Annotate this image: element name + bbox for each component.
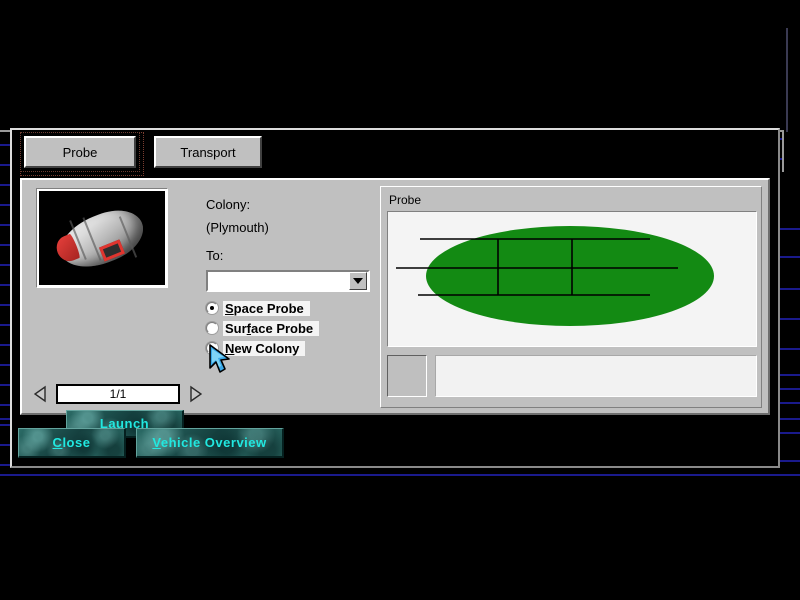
radio-new-colony-indicator[interactable] (206, 342, 218, 354)
destination-label: To: (206, 248, 223, 263)
screen: Probe Transport (0, 0, 800, 600)
vehicle-thumbnail-frame (36, 188, 168, 288)
pager-prev-button[interactable] (34, 384, 48, 404)
radio-new-colony-label: New Colony (223, 341, 305, 356)
close-button[interactable]: Close (18, 428, 126, 458)
chevron-down-icon[interactable] (349, 272, 367, 290)
background-scanline (0, 474, 800, 476)
mission-type-radio-group: Space Probe Surface Probe New Colony (206, 298, 319, 358)
probe-detail-group: Probe (380, 186, 762, 408)
radio-space-probe-label: Space Probe (223, 301, 310, 316)
vehicle-overview-accel-char: V (152, 435, 160, 450)
pager-next-button[interactable] (188, 384, 202, 404)
probe-launch-dialog: Probe Transport (10, 128, 780, 468)
empty-thumbnail-icon (387, 355, 427, 397)
space-capsule-probe-render-icon (39, 191, 165, 285)
radio-space-probe-indicator[interactable] (206, 302, 218, 314)
probe-status-row (387, 355, 757, 399)
background-scanline (778, 256, 800, 258)
probe-group-title: Probe (389, 193, 421, 207)
probe-diagram-canvas (387, 211, 757, 347)
tab-content-panel: 1/1 Launch Colony: (Plymouth) To: (20, 178, 770, 415)
tab-transport-label: Transport (180, 145, 235, 160)
tab-probe-label: Probe (63, 145, 98, 160)
close-accel-char: C (53, 435, 63, 450)
pager-value-field[interactable]: 1/1 (56, 384, 180, 404)
colony-label: Colony: (206, 197, 250, 212)
radio-surface-probe-label: Surface Probe (223, 321, 319, 336)
radio-surface-probe[interactable]: Surface Probe (206, 318, 319, 338)
tab-probe[interactable]: Probe (24, 136, 136, 168)
vehicle-overview-button[interactable]: Vehicle Overview (136, 428, 284, 458)
radio-surface-probe-indicator[interactable] (206, 322, 218, 334)
close-label-rest: lose (62, 435, 90, 450)
vehicle-overview-label-rest: ehicle Overview (161, 435, 267, 450)
radio-new-colony[interactable]: New Colony (206, 338, 319, 358)
radio-space-probe[interactable]: Space Probe (206, 298, 319, 318)
background-scanline (778, 318, 800, 320)
destination-combobox[interactable] (206, 270, 370, 292)
outer-window-frame-edge (786, 28, 788, 132)
pager-value: 1/1 (110, 387, 127, 401)
outer-window-frame-right (782, 130, 784, 172)
vehicle-pager: 1/1 (34, 384, 202, 404)
tab-transport[interactable]: Transport (154, 136, 262, 168)
colony-value: (Plymouth) (206, 220, 269, 235)
green-ellipse-schematic-icon (388, 212, 756, 346)
probe-status-text (435, 355, 757, 397)
